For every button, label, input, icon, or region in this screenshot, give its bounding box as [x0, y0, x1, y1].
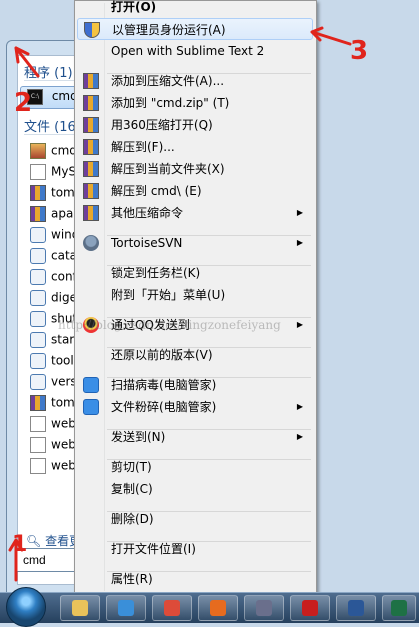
- annotation-arrows: [8, 26, 352, 582]
- annotation-arrow-3: [310, 26, 352, 46]
- annotation-number-3: 3: [350, 36, 369, 66]
- annotation-number-2: 2: [14, 88, 33, 118]
- annotation-arrow-2: [14, 46, 40, 78]
- annotation-number-1: 1: [12, 532, 28, 557]
